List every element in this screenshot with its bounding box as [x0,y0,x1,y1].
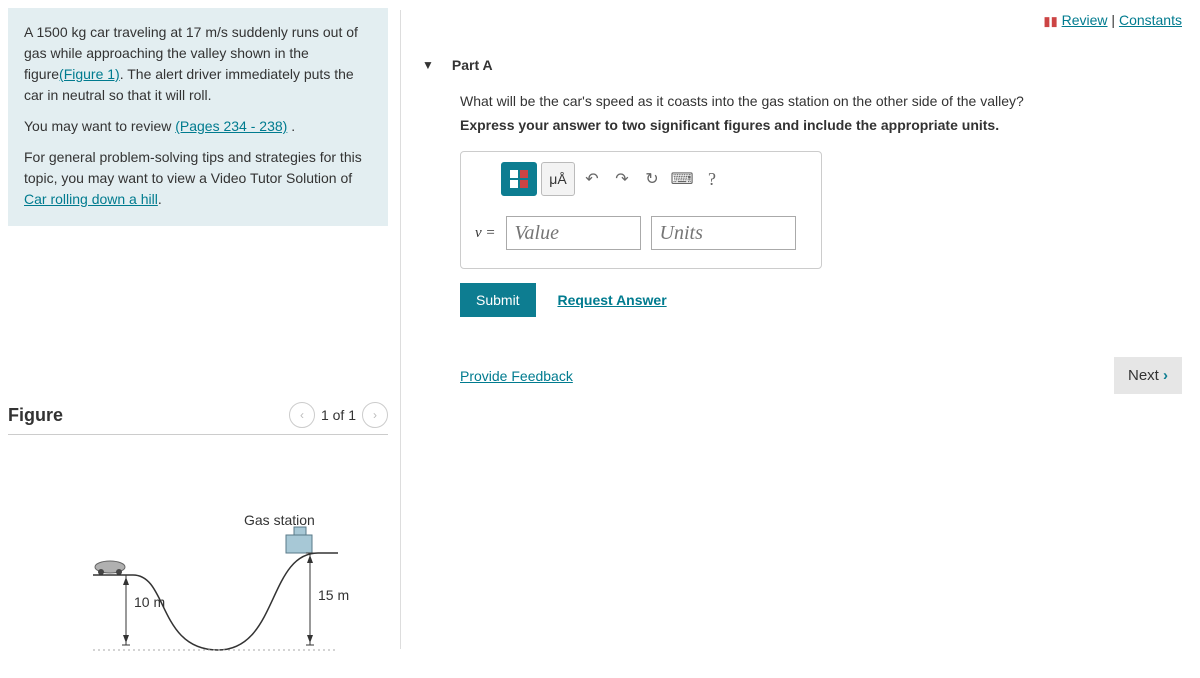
height-2-label: 15 m [318,587,349,603]
strategy-hint: . [158,191,162,207]
valley-curve [93,553,338,650]
figure-header: Figure ‹ 1 of 1 › [8,396,388,435]
undo-icon: ↶ [585,169,598,189]
next-label: Next [1128,367,1163,384]
problem-text: m/s [205,24,228,40]
collapse-caret-icon: ▼ [422,58,434,72]
book-icon: ▮▮ [1043,13,1057,28]
figure-image: Gas station 10 m [8,495,388,678]
gas-station-label: Gas station [244,512,315,528]
keyboard-icon: ⌨ [670,169,693,189]
review-hint: . [287,118,295,134]
redo-button[interactable]: ↷ [609,163,635,195]
variable-label: v = [475,225,496,242]
height-1-label: 10 m [134,594,165,610]
next-button[interactable]: Next › [1114,357,1182,394]
reset-button[interactable]: ↻ [639,163,665,195]
figure-title: Figure [8,405,63,426]
problem-statement: A 1500 kg car traveling at 17 m/s sudden… [8,8,388,226]
template-icon [508,168,530,190]
units-tool-button[interactable]: μÅ [541,162,575,196]
problem-text: car traveling at 17 [86,24,205,40]
keyboard-button[interactable]: ⌨ [669,163,695,195]
pages-link[interactable]: (Pages 234 - 238) [175,118,287,134]
template-tool-button[interactable] [501,162,537,196]
undo-button[interactable]: ↶ [579,163,605,195]
figure-prev-button[interactable]: ‹ [289,402,315,428]
constants-link[interactable]: Constants [1119,12,1182,28]
part-header[interactable]: ▼ Part A [408,37,1192,93]
request-answer-link[interactable]: Request Answer [557,292,666,308]
provide-feedback-link[interactable]: Provide Feedback [460,368,573,384]
video-tutor-link[interactable]: Car rolling down a hill [24,191,158,207]
answer-instructions: Express your answer to two significant f… [460,117,1192,133]
strategy-hint: For general problem-solving tips and str… [24,149,362,186]
answer-panel: μÅ ↶ ↷ ↻ ⌨ ? v = [460,151,822,269]
value-input[interactable] [506,216,641,250]
figure-link[interactable]: (Figure 1) [59,66,120,82]
chevron-right-icon: › [1163,367,1168,384]
part-label: Part A [452,57,493,73]
units-input[interactable] [651,216,796,250]
question-text: What will be the car's speed as it coast… [460,93,1192,109]
review-hint: You may want to review [24,118,175,134]
figure-next-button[interactable]: › [362,402,388,428]
submit-button[interactable]: Submit [460,283,536,317]
figure-counter: 1 of 1 [321,407,356,423]
problem-text: kg [72,24,87,40]
help-button[interactable]: ? [699,163,725,195]
help-icon: ? [708,169,716,190]
column-divider [400,10,401,649]
gas-station-icon [286,535,312,553]
redo-icon: ↷ [615,169,628,189]
problem-text: A 1500 [24,24,72,40]
review-link[interactable]: Review [1062,12,1108,28]
car-icon [95,561,125,575]
reset-icon: ↻ [645,169,658,189]
